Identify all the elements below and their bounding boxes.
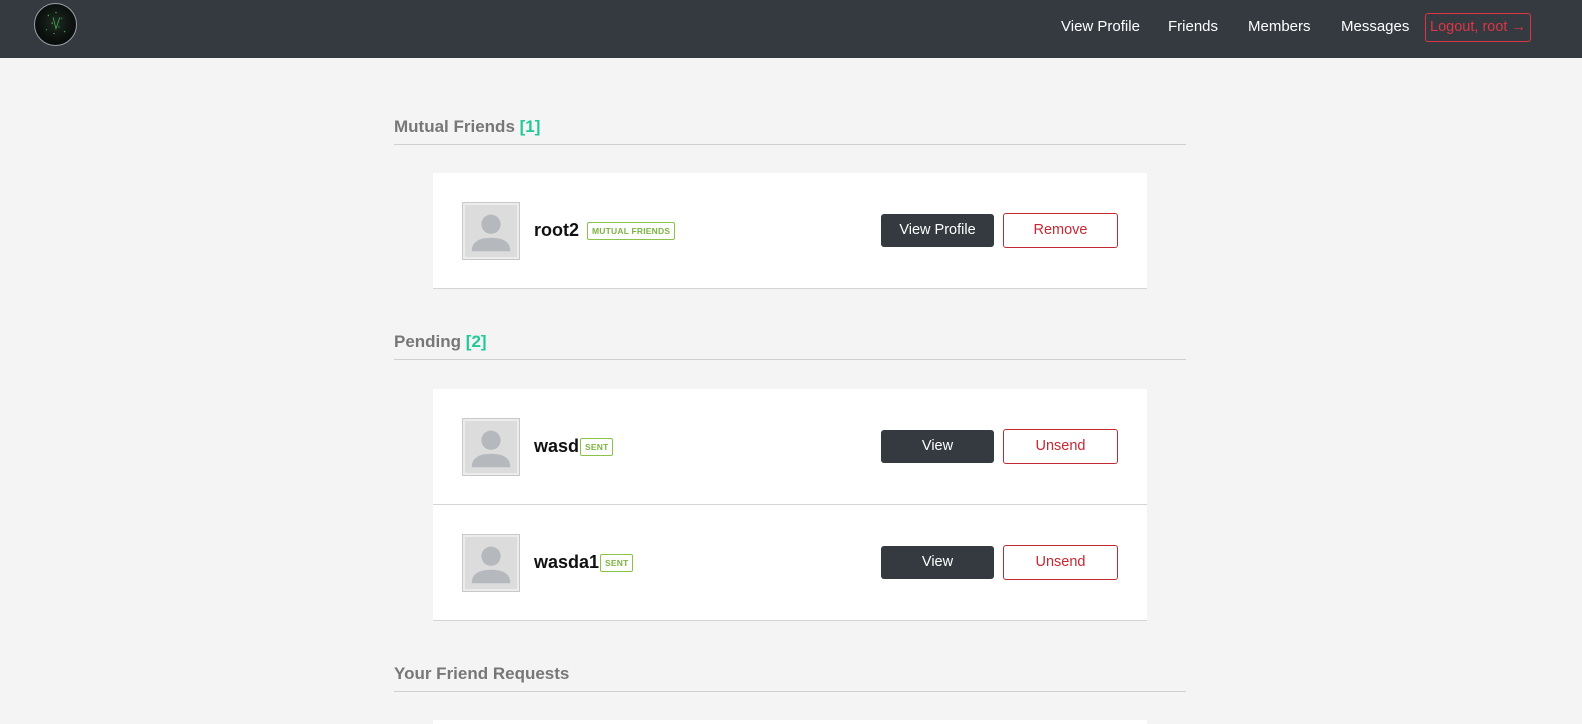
nav-view-profile[interactable]: View Profile <box>1061 18 1140 35</box>
section-title-friend-requests: Your Friend Requests <box>394 664 1186 692</box>
site-logo[interactable] <box>34 3 77 46</box>
section-title-pending: Pending [2] <box>394 332 1186 360</box>
view-button[interactable]: View <box>881 546 994 579</box>
avatar[interactable] <box>462 202 520 260</box>
username[interactable]: wasda1 <box>534 552 599 573</box>
unsend-button[interactable]: Unsend <box>1003 429 1118 464</box>
username[interactable]: root2 <box>534 220 579 241</box>
friend-card: root2 MUTUAL FRIENDS View Profile Remove <box>433 173 1147 289</box>
default-user-avatar-icon <box>471 430 511 468</box>
view-button[interactable]: View <box>881 430 994 463</box>
view-profile-button[interactable]: View Profile <box>881 214 994 247</box>
section-title-mutual-friends: Mutual Friends [1] <box>394 117 1186 145</box>
pending-card: wasd SENT View Unsend <box>433 389 1147 505</box>
friend-request-card <box>433 720 1147 724</box>
remove-button[interactable]: Remove <box>1003 213 1118 248</box>
section-title-text: Mutual Friends <box>394 117 515 136</box>
top-navbar: View Profile Friends Members Messages Lo… <box>0 0 1582 58</box>
section-title-text: Your Friend Requests <box>394 664 570 683</box>
nav-friends[interactable]: Friends <box>1168 18 1218 35</box>
unsend-button[interactable]: Unsend <box>1003 545 1118 580</box>
username[interactable]: wasd <box>534 436 579 457</box>
default-user-avatar-icon <box>471 214 511 252</box>
sent-badge: SENT <box>580 438 614 456</box>
logo-icon <box>45 11 66 35</box>
sent-badge: SENT <box>600 554 634 572</box>
mutual-friends-badge: MUTUAL FRIENDS <box>587 222 676 240</box>
section-count: [1] <box>519 117 541 136</box>
avatar[interactable] <box>462 534 520 592</box>
nav-messages[interactable]: Messages <box>1341 18 1409 35</box>
pending-card: wasda1 SENT View Unsend <box>433 505 1147 621</box>
avatar[interactable] <box>462 418 520 476</box>
nav-members[interactable]: Members <box>1248 18 1311 35</box>
section-count: [2] <box>465 332 487 351</box>
default-user-avatar-icon <box>471 546 511 584</box>
section-title-text: Pending <box>394 332 462 351</box>
logout-button[interactable]: Logout, root → <box>1425 13 1531 42</box>
